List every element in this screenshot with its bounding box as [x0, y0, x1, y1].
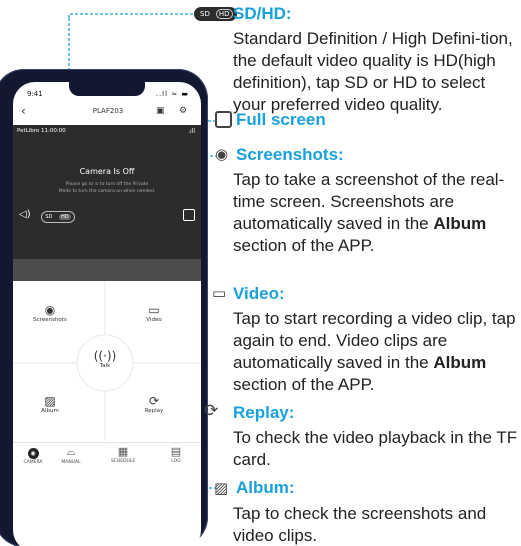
calendar-icon: ▦ [117, 445, 129, 458]
signal-icon: .ıll [188, 128, 195, 135]
fullscreen-icon[interactable] [183, 209, 195, 221]
hd-option[interactable]: HD [59, 214, 71, 220]
video-bottom-strip [13, 259, 201, 281]
sd-option[interactable]: SD [45, 214, 52, 220]
pill-sd: SD [200, 10, 210, 18]
bottom-tab-bar: ◉ CAMERA ⌓ MANUAL ▦ SCHEDULE ▤ LOG [13, 442, 201, 477]
replay-title: Replay: [233, 403, 295, 422]
control-panel: ◉ Screenshots ▭ Video ((·)) Talk ▨ Album… [13, 281, 201, 441]
log-icon: ▤ [170, 445, 182, 458]
video-text-2: section of the APP. [233, 375, 375, 394]
device-icon[interactable]: ▣ [156, 106, 165, 116]
page: 9:41 ..ll ≈ ▬ ‹ PLAF203 ▣ ⚙ PetLibro 11:… [0, 0, 521, 546]
sd-hd-pill-icon: SD HD [194, 7, 237, 21]
tab-camera-label: CAMERA [23, 460, 43, 465]
video-feed[interactable]: PetLibro 11:00:00 .ıll Camera Is Off Ple… [13, 125, 201, 259]
screenshots-title: Screenshots: [236, 145, 344, 164]
screenshots-text-2: section of the APP. [233, 236, 375, 255]
album-title: Album: [236, 478, 295, 497]
phone-notch [69, 82, 145, 96]
talk-control[interactable]: ((·)) Talk [85, 349, 125, 369]
status-time: 9:41 [27, 90, 43, 98]
fullscreen-annotation-icon [215, 111, 232, 128]
header-title: PLAF203 [92, 107, 124, 115]
camera-off-title: Camera Is Off [79, 167, 135, 176]
camera-off-message: Please go to ⊙ to turn off the Private M… [37, 181, 177, 195]
phone-screen: 9:41 ..ll ≈ ▬ ‹ PLAF203 ▣ ⚙ PetLibro 11:… [13, 82, 201, 546]
video-overlay-text: PetLibro 11:00:00 [17, 128, 66, 134]
talk-label: Talk [99, 363, 111, 369]
album-control[interactable]: ▨ Album [30, 394, 70, 414]
tab-schedule-label: SCHEDULE [110, 459, 136, 464]
sd-hd-toggle[interactable]: SD HD [41, 211, 75, 223]
bowl-icon: ⌓ [66, 445, 76, 458]
video-description: Tap to start recording a video clip, tap… [233, 308, 521, 396]
replay-description: To check the video playback in the TF ca… [233, 428, 518, 469]
album-icon: ▨ [44, 394, 56, 408]
album-label: Album [41, 408, 59, 414]
camera-off-line-1: Please go to ⊙ to turn off the Private [65, 182, 149, 187]
replay-control[interactable]: ⟳ Replay [134, 394, 174, 414]
status-icons: ..ll ≈ ▬ [155, 90, 189, 98]
video-text-bold: Album [433, 353, 487, 372]
sdhd-title: SD/HD: [233, 4, 292, 23]
back-icon[interactable]: ‹ [21, 104, 26, 118]
video-annotation-icon: ▭ [212, 284, 227, 302]
album-description: Tap to check the screenshots and video c… [233, 504, 487, 545]
camera-icon: ◉ [44, 303, 56, 317]
tab-manual-label: MANUAL [61, 460, 81, 465]
talk-icon: ((·)) [93, 349, 117, 363]
video-icon: ▭ [148, 303, 160, 317]
tab-manual[interactable]: ⌓ MANUAL [53, 445, 89, 465]
video-control[interactable]: ▭ Video [134, 303, 174, 323]
settings-icon[interactable]: ⚙ [179, 106, 187, 116]
tab-camera[interactable]: ◉ CAMERA [15, 445, 51, 465]
tab-log-label: LOG [171, 459, 181, 464]
video-label: Video [146, 317, 162, 323]
screenshots-label: Screenshots [33, 317, 67, 323]
camera-off-line-2: Mode to turn the camera on when needed. [58, 189, 156, 194]
screenshots-control[interactable]: ◉ Screenshots [30, 303, 70, 323]
replay-annotation-icon: ⟳ [204, 401, 219, 421]
volume-icon[interactable]: ◁) [19, 209, 31, 220]
camera-annotation-icon: ◉ [215, 145, 229, 163]
camera-tab-icon: ◉ [15, 445, 51, 459]
album-annotation-icon: ▨ [214, 479, 229, 497]
pill-hd: HD [215, 9, 233, 19]
fullscreen-title: Full screen [236, 110, 326, 129]
screenshots-description: Tap to take a screenshot of the real-tim… [233, 169, 521, 257]
replay-label: Replay [144, 408, 164, 414]
sdhd-description: Standard Definition / High Defini-tion, … [233, 29, 513, 114]
screenshots-text-bold: Album [433, 214, 487, 233]
tab-schedule[interactable]: ▦ SCHEDULE [105, 445, 141, 464]
tab-log[interactable]: ▤ LOG [158, 445, 194, 464]
replay-icon: ⟳ [148, 394, 160, 408]
video-title: Video: [233, 284, 285, 303]
